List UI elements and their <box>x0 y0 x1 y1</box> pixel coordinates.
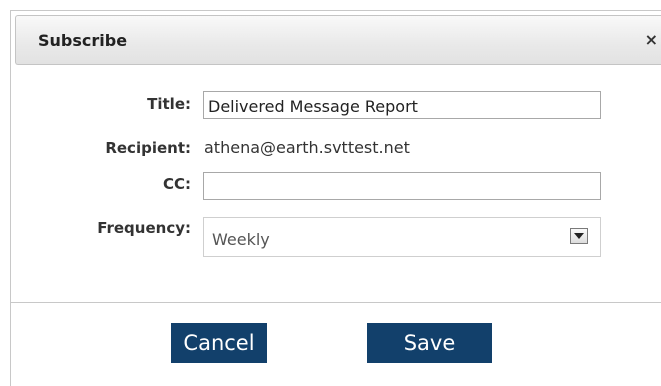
recipient-label: Recipient: <box>105 139 191 157</box>
dialog-title: Subscribe <box>38 31 128 50</box>
frequency-select[interactable]: Weekly <box>203 217 601 257</box>
cancel-button[interactable]: Cancel <box>171 323 267 363</box>
dialog-titlebar: Subscribe × <box>15 15 661 65</box>
cc-label: CC: <box>162 175 191 193</box>
title-input[interactable] <box>203 91 601 119</box>
dropdown-arrow-icon[interactable] <box>570 228 588 244</box>
frequency-label: Frequency: <box>97 219 191 237</box>
frequency-selected-value: Weekly <box>212 230 270 249</box>
recipient-value: athena@earth.svttest.net <box>204 138 410 157</box>
footer-divider <box>11 302 661 303</box>
save-button[interactable]: Save <box>367 323 492 363</box>
title-label: Title: <box>147 95 191 113</box>
cc-input[interactable] <box>203 172 601 200</box>
close-icon[interactable]: × <box>645 30 658 49</box>
subscribe-dialog: Subscribe × Title: Recipient: athena@ear… <box>10 10 661 386</box>
